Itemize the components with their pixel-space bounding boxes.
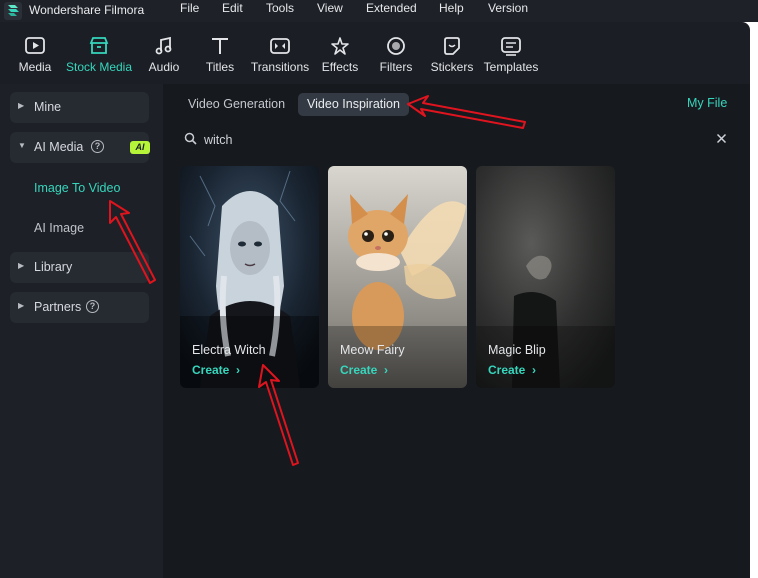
audio-icon bbox=[155, 36, 172, 55]
menu-file[interactable]: File bbox=[180, 1, 199, 15]
tool-stock-media[interactable]: Stock Media bbox=[64, 36, 134, 80]
titles-icon bbox=[212, 38, 228, 54]
sidebar-item-image-to-video[interactable]: Image To Video bbox=[34, 181, 120, 195]
help-icon[interactable]: ? bbox=[86, 300, 99, 313]
caret-right-icon: ▶ bbox=[18, 101, 25, 110]
menu-extended[interactable]: Extended bbox=[366, 1, 417, 15]
caret-right-icon: ▶ bbox=[18, 261, 25, 270]
chevron-right-icon: › bbox=[384, 363, 388, 377]
menu-view[interactable]: View bbox=[317, 1, 343, 15]
stock-media-icon bbox=[89, 37, 109, 54]
media-toolbar: Media Stock Media Audio Titles Transitio… bbox=[0, 22, 750, 84]
tool-effects[interactable]: Effects bbox=[320, 36, 360, 80]
card-title: Electra Witch bbox=[192, 343, 266, 357]
help-icon[interactable]: ? bbox=[91, 140, 104, 153]
sidebar-item-ai-image[interactable]: AI Image bbox=[34, 221, 84, 235]
transitions-icon bbox=[270, 38, 290, 54]
caret-right-icon: ▶ bbox=[18, 301, 25, 310]
filmora-window: Wondershare Filmora File Edit Tools View… bbox=[0, 0, 758, 578]
sidebar-item-mine[interactable]: ▶ Mine bbox=[10, 92, 149, 123]
media-icon bbox=[25, 37, 45, 54]
template-card[interactable]: Magic Blip Create › bbox=[476, 166, 615, 388]
filters-icon bbox=[387, 37, 405, 55]
create-link[interactable]: Create bbox=[340, 363, 377, 377]
tool-media[interactable]: Media bbox=[15, 36, 55, 80]
chevron-right-icon: › bbox=[236, 363, 240, 377]
create-link[interactable]: Create bbox=[192, 363, 229, 377]
tab-video-generation[interactable]: Video Generation bbox=[188, 93, 285, 116]
caret-down-icon: ▼ bbox=[18, 141, 26, 150]
card-title: Magic Blip bbox=[488, 343, 546, 357]
my-file-link[interactable]: My File bbox=[687, 96, 727, 110]
stickers-icon bbox=[444, 37, 460, 55]
tool-audio[interactable]: Audio bbox=[145, 36, 183, 80]
templates-icon bbox=[501, 37, 521, 56]
menu-help[interactable]: Help bbox=[439, 1, 464, 15]
tool-titles[interactable]: Titles bbox=[202, 36, 238, 80]
template-card[interactable]: Electra Witch Create › bbox=[180, 166, 319, 388]
card-title: Meow Fairy bbox=[340, 343, 405, 357]
ai-badge: AI bbox=[130, 141, 150, 154]
menu-bar: Wondershare Filmora File Edit Tools View… bbox=[0, 0, 758, 22]
tab-video-inspiration[interactable]: Video Inspiration bbox=[298, 93, 409, 116]
template-card[interactable]: Meow Fairy Create › bbox=[328, 166, 467, 388]
window-edge bbox=[750, 22, 758, 578]
app-title: Wondershare Filmora bbox=[29, 3, 145, 17]
tool-stickers[interactable]: Stickers bbox=[430, 36, 474, 80]
tool-templates[interactable]: Templates bbox=[483, 36, 539, 80]
filmora-logo-icon bbox=[4, 2, 22, 20]
sidebar-item-library[interactable]: ▶ Library bbox=[10, 252, 149, 283]
search-icon bbox=[184, 132, 197, 145]
search-input[interactable] bbox=[204, 131, 504, 149]
tool-filters[interactable]: Filters bbox=[378, 36, 414, 80]
chevron-right-icon: › bbox=[532, 363, 536, 377]
menu-version[interactable]: Version bbox=[488, 1, 528, 15]
effects-icon bbox=[331, 37, 349, 55]
sidebar: ▶ Mine ▼ AI Media ? AI Image To Video AI… bbox=[0, 84, 163, 578]
sidebar-item-ai-media[interactable]: ▼ AI Media ? AI bbox=[10, 132, 150, 163]
menu-tools[interactable]: Tools bbox=[266, 1, 294, 15]
create-link[interactable]: Create bbox=[488, 363, 525, 377]
menu-edit[interactable]: Edit bbox=[222, 1, 243, 15]
sidebar-item-partners[interactable]: ▶ Partners ? bbox=[10, 292, 149, 323]
tool-transitions[interactable]: Transitions bbox=[250, 36, 310, 80]
close-icon[interactable] bbox=[716, 133, 727, 144]
